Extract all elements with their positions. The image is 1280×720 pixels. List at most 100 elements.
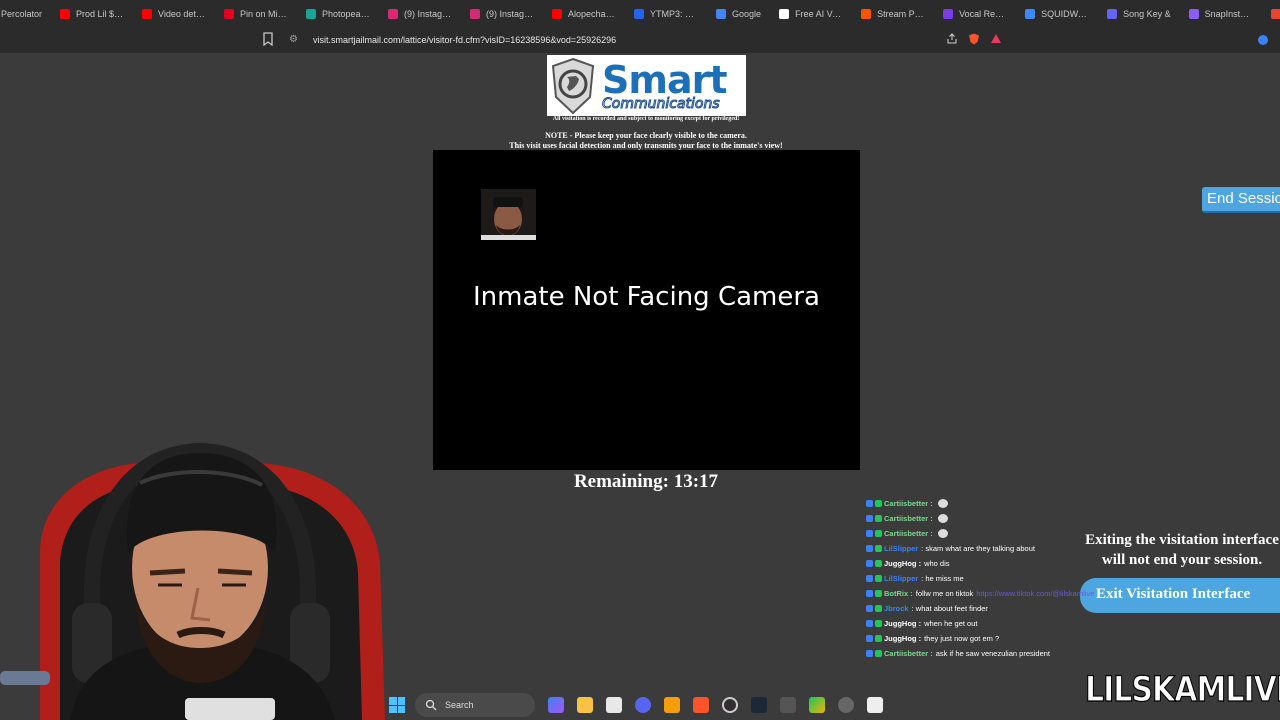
bookmark-label: Google	[732, 8, 762, 19]
chat-badge-icon	[866, 530, 873, 537]
note-line-1: NOTE - Please keep your face clearly vis…	[545, 131, 747, 140]
address-bar: ⚙ visit.smartjailmail.com/lattice/visito…	[0, 27, 1280, 53]
visitation-page: Smart Communications All visitation is r…	[0, 53, 1280, 720]
bookmark-label: YTMP3: Free	[650, 8, 698, 19]
chat-message: LilSlipper: he miss me	[866, 571, 1126, 586]
chat-username: Cartiisbetter :	[884, 499, 933, 508]
url-text: visit.smartjailmail.com/lattice/visitor-…	[313, 35, 617, 45]
chat-badge-icon	[866, 500, 873, 507]
windows-taskbar: Search	[383, 690, 913, 720]
chat-username: JuggHog :	[884, 559, 922, 568]
windows-start-icon[interactable]	[389, 697, 405, 713]
brave-browser-icon[interactable]	[693, 697, 709, 713]
chat-link[interactable]: https://www.tiktok.com/@lilskamlive	[976, 589, 1094, 598]
bookmark-favicon-icon	[634, 8, 645, 19]
bookmark-favicon-icon	[470, 8, 481, 19]
bookmark-label: Alopecha - Y	[568, 8, 617, 19]
site-settings-icon[interactable]: ⚙	[289, 34, 301, 46]
bookmark-item[interactable]: Video details	[133, 0, 215, 27]
chat-username: Cartiisbetter :	[884, 514, 933, 523]
bookmark-label: Song Key &	[1123, 8, 1171, 19]
bookmark-label: (9) Instagram	[486, 8, 534, 19]
stream-chat-overlay: Cartiisbetter : Cartiisbetter : Cartiisbet…	[866, 496, 1126, 661]
search-icon	[425, 699, 437, 711]
monitoring-disclaimer: All visitation is recorded and subject t…	[552, 116, 740, 122]
chat-badge-icon	[875, 530, 882, 537]
steam-icon[interactable]	[751, 697, 767, 713]
share-icon[interactable]	[946, 33, 958, 45]
bookmark-icon[interactable]	[262, 32, 274, 46]
bookmark-favicon-icon	[552, 8, 563, 19]
bookmark-item[interactable]: Google	[707, 0, 770, 27]
bookmark-item[interactable]: Free AI Voice	[770, 0, 852, 27]
microsoft-store-icon[interactable]	[606, 697, 622, 713]
chat-text: : he miss me	[921, 574, 964, 583]
chat-message: BotRix : follw me on tiktok https://www.ti…	[866, 586, 1126, 601]
brave-shield-icon[interactable]	[968, 33, 980, 45]
end-session-button[interactable]: End Session	[1202, 187, 1280, 213]
chat-username: JuggHog :	[884, 634, 922, 643]
chat-emote-icon	[937, 514, 948, 523]
bookmarks-bar: Percolator Prod Lil $kam Video details Pin …	[0, 0, 1280, 27]
chat-message: Cartiisbetter :	[866, 526, 1126, 541]
video-feed: Inmate Not Facing Camera	[433, 150, 860, 470]
chat-badge-icon	[866, 635, 873, 642]
fl-studio-icon[interactable]	[664, 697, 680, 713]
bookmark-item[interactable]: (9) Instagram	[379, 0, 461, 27]
bluestacks-icon[interactable]	[809, 697, 825, 713]
bookmark-label: (9) Instagram	[404, 8, 452, 19]
bookmark-label: Free AI Voice	[795, 8, 843, 19]
chat-username: LilSlipper	[884, 574, 919, 583]
chat-username: BotRix :	[884, 589, 913, 598]
bookmark-label: Stream Prod	[877, 8, 926, 19]
chat-message: Jbrock: what about feet finder	[866, 601, 1126, 616]
bookmark-item[interactable]: Alopecha - Y	[543, 0, 625, 27]
streamer-webcam	[0, 442, 385, 720]
address-actions	[946, 33, 1002, 45]
bookmark-label: Video details	[158, 8, 207, 19]
chat-badge-icon	[875, 515, 882, 522]
bookmark-item[interactable]: SQUIDWARD	[1016, 0, 1098, 27]
chat-emote-icon	[937, 499, 948, 508]
bookmark-item[interactable]: Visit Request	[1262, 0, 1280, 27]
app-circle-icon[interactable]	[838, 697, 854, 713]
url-field[interactable]: ⚙ visit.smartjailmail.com/lattice/visito…	[283, 30, 1005, 50]
discord-icon[interactable]	[635, 697, 651, 713]
chat-badge-icon	[866, 650, 873, 657]
bookmark-item[interactable]: (9) Instagram	[461, 0, 543, 27]
bookmark-favicon-icon	[388, 8, 399, 19]
chat-message: JuggHog : who dis	[866, 556, 1126, 571]
brave-rewards-icon[interactable]	[990, 33, 1002, 45]
chat-badge-icon	[866, 560, 873, 567]
chat-message: Cartiisbetter : ask if he saw venezulian …	[866, 646, 1126, 661]
chat-badge-icon	[875, 575, 882, 582]
chat-text: ask if he saw venezulian president	[935, 649, 1050, 658]
bookmark-item[interactable]: Prod Lil $kam	[51, 0, 133, 27]
bookmark-item[interactable]: Photopea | O	[297, 0, 379, 27]
copilot-icon[interactable]	[548, 697, 564, 713]
search-label: Search	[445, 700, 474, 710]
bookmark-item[interactable]: Pin on Militar	[215, 0, 297, 27]
chat-message: LilSlipper: skam what are they talking a…	[866, 541, 1126, 556]
chat-message: Cartiisbetter :	[866, 496, 1126, 511]
chat-text: they just now got em ?	[924, 634, 1000, 643]
extension-icon[interactable]	[1258, 35, 1268, 45]
bookmark-item[interactable]: Stream Prod	[852, 0, 934, 27]
bookmark-item[interactable]: Vocal Remov	[934, 0, 1016, 27]
visitor-face-thumbnail	[481, 189, 536, 240]
file-explorer-icon[interactable]	[577, 697, 593, 713]
bookmark-item[interactable]: Percolator	[0, 0, 51, 27]
smart-communications-logo: Smart Communications	[547, 55, 746, 116]
bookmark-item[interactable]: Song Key &	[1098, 0, 1180, 27]
bookmark-item[interactable]: SnapInsta | D	[1180, 0, 1262, 27]
obs-icon[interactable]	[722, 697, 738, 713]
bookmark-item[interactable]: YTMP3: Free	[625, 0, 707, 27]
chat-text: when he get out	[924, 619, 978, 628]
chat-badge-icon	[866, 545, 873, 552]
capcut-icon[interactable]	[867, 697, 883, 713]
chat-text: follw me on tiktok	[915, 589, 974, 598]
bookmark-label: Photopea | O	[322, 8, 371, 19]
streamer-watermark: LILSKAMLIVE	[1084, 669, 1280, 711]
app-icon[interactable]	[780, 697, 796, 713]
taskbar-search[interactable]: Search	[415, 693, 535, 717]
